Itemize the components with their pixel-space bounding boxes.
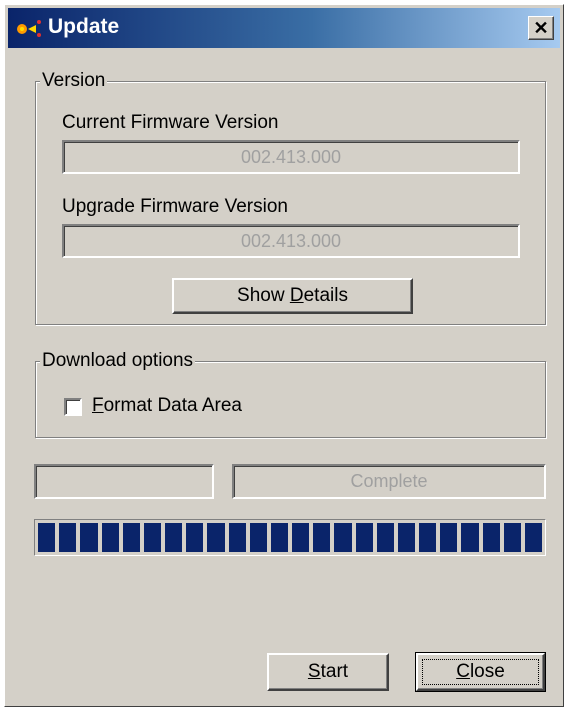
progress-block [38, 523, 56, 552]
progress-block [355, 523, 373, 552]
progress-block [143, 523, 162, 552]
title-bar[interactable]: Update ✕ [8, 8, 560, 48]
upgrade-firmware-value: 002.413.000 [240, 230, 342, 251]
progress-block [228, 523, 246, 552]
current-firmware-label: Current Firmware Version [62, 112, 279, 133]
progress-block [334, 523, 352, 552]
progress-block [397, 523, 416, 552]
format-data-area-label[interactable]: Format Data Area [92, 395, 242, 417]
progress-block [59, 523, 77, 552]
progress-block [80, 523, 98, 552]
start-button-label: Start [307, 661, 349, 682]
close-glyph: ✕ [533, 18, 549, 38]
progress-block [524, 523, 543, 552]
progress-block [165, 523, 183, 552]
progress-block [440, 523, 458, 552]
progress-block [461, 523, 479, 552]
format-data-area-checkbox[interactable] [64, 398, 82, 416]
start-button[interactable]: Start [267, 653, 389, 691]
current-firmware-value: 002.413.000 [240, 146, 342, 167]
download-options-legend: Download options [40, 350, 196, 372]
close-window-icon[interactable]: ✕ [528, 16, 554, 40]
upgrade-firmware-label: Upgrade Firmware Version [62, 196, 288, 217]
update-dialog: Update ✕ Version Current Firmware Versio… [4, 4, 564, 707]
focus-rect [422, 659, 539, 685]
progress-block [313, 523, 331, 552]
progress-block [270, 523, 289, 552]
progress-block [207, 523, 225, 552]
show-details-button[interactable]: Show Details [172, 278, 413, 314]
version-group: Version Current Firmware Version 002.413… [35, 70, 546, 325]
progress-block [503, 523, 521, 552]
status-field-left [34, 464, 214, 499]
status-complete-value: Complete [350, 471, 428, 491]
progress-block [186, 523, 204, 552]
status-field-right: Complete [232, 464, 546, 499]
current-firmware-field: 002.413.000 [62, 140, 520, 174]
progress-bar [34, 519, 546, 556]
show-details-label: Show Details [237, 285, 348, 306]
progress-block [292, 523, 310, 552]
window-title: Update [48, 15, 120, 38]
progress-block [122, 523, 140, 552]
download-options-group: Download options Format Data Area [35, 350, 546, 438]
close-button[interactable]: Close [415, 652, 546, 692]
version-legend: Version [40, 70, 108, 92]
progress-block [376, 523, 394, 552]
progress-block [482, 523, 500, 552]
progress-block [419, 523, 437, 552]
progress-block [249, 523, 267, 552]
app-icon [17, 20, 41, 37]
upgrade-firmware-field: 002.413.000 [62, 224, 520, 258]
progress-block [101, 523, 119, 552]
